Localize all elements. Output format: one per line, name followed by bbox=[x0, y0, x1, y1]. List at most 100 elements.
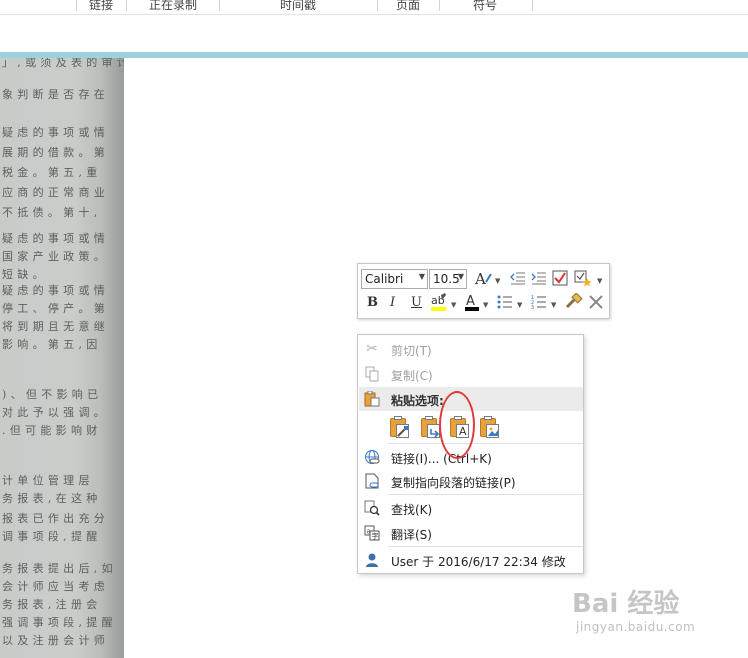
search-icon bbox=[364, 500, 380, 516]
menu-item-label: 查找(K) bbox=[391, 503, 433, 517]
svg-text:A: A bbox=[474, 270, 486, 288]
numbering-icon[interactable]: 123 bbox=[531, 294, 547, 314]
menu-item-modified-info: User 于 2016/6/17 22:34 修改 bbox=[359, 548, 583, 572]
clipboard-clip bbox=[484, 416, 492, 420]
menu-item-link[interactable]: 链接(I)... (Ctrl+K) bbox=[359, 445, 583, 469]
ribbon-separator bbox=[126, 0, 127, 11]
bold-button[interactable]: B bbox=[367, 295, 378, 311]
document-text-line: 国 家 产 业 政 策 。 bbox=[2, 250, 106, 263]
styles-icon[interactable]: A bbox=[474, 270, 494, 293]
ribbon-group-links: 链接 bbox=[89, 0, 114, 12]
new-comment-icon[interactable] bbox=[574, 270, 592, 292]
document-text-line: 展 期 的 借 款 。 第 bbox=[2, 146, 106, 159]
svg-text:字: 字 bbox=[372, 532, 379, 541]
menu-separator bbox=[388, 494, 583, 495]
paste-merge-formatting-button[interactable] bbox=[419, 415, 441, 439]
scissors-icon: ✂ bbox=[366, 341, 378, 357]
menu-item-find[interactable]: 查找(K) bbox=[359, 496, 583, 520]
word-document-window: 链接 正在录制 时间戳 页面 符号 」 , 或 须 及 表 的 审 计 意 象 … bbox=[0, 0, 748, 658]
watermark-url: jingyan.baidu.com bbox=[576, 620, 696, 634]
menu-item-copy[interactable]: 复制(C) bbox=[359, 362, 583, 386]
ribbon-separator bbox=[219, 0, 220, 11]
document-text-line: 疑 虑 的 事 项 或 情 bbox=[2, 126, 106, 139]
document-text-line: 疑 虑 的 事 项 或 情 bbox=[2, 232, 106, 245]
document-text-line: 税 金 。 第 五 , 重 bbox=[2, 166, 98, 179]
menu-item-label: 复制指向段落的链接(P) bbox=[391, 476, 516, 490]
context-menu: ✂ 剪切(T) 复制(C) 粘贴选项: A 链接(I)... (Ctrl+K) … bbox=[357, 334, 584, 574]
highlight-icon[interactable]: ab bbox=[430, 292, 448, 317]
format-painter-icon[interactable] bbox=[565, 292, 583, 316]
clipboard-clip bbox=[394, 416, 402, 420]
menu-separator bbox=[388, 546, 583, 547]
svg-text:A: A bbox=[466, 294, 475, 309]
chevron-down-icon[interactable]: ▼ bbox=[517, 301, 522, 309]
menu-item-label: 链接(I)... (Ctrl+K) bbox=[391, 452, 492, 466]
copy-icon bbox=[364, 366, 380, 382]
user-icon bbox=[364, 552, 380, 568]
svg-text:3: 3 bbox=[531, 305, 534, 309]
document-text-line: 象 判 断 是 否 存 在 bbox=[2, 88, 106, 101]
menu-item-label: 粘贴选项: bbox=[391, 394, 444, 408]
scanned-document-image[interactable]: 」 , 或 须 及 表 的 审 计 意 象 判 断 是 否 存 在 疑 虑 的 … bbox=[0, 58, 124, 658]
baidu-jingyan-watermark: Bai 经验 jingyan.baidu.com bbox=[572, 583, 742, 643]
ribbon-separator bbox=[377, 0, 378, 11]
translate-icon: a字 bbox=[364, 525, 380, 541]
chevron-down-icon[interactable]: ▼ bbox=[495, 277, 500, 285]
annotation-circle bbox=[439, 391, 475, 459]
document-text-line: 对 此 予 以 强 调 。 bbox=[2, 406, 106, 419]
document-text-line: 务 报 表 , 在 这 种 bbox=[2, 492, 98, 505]
ribbon-group-labels: 链接 正在录制 时间戳 页面 符号 bbox=[0, 0, 748, 14]
ribbon-group-recording: 正在录制 bbox=[149, 0, 198, 12]
document-text-line: 报 表 已 作 出 充 分 bbox=[2, 512, 106, 525]
italic-button[interactable]: I bbox=[390, 295, 395, 311]
font-size-combo[interactable]: 10.5 ▼ bbox=[429, 269, 467, 289]
menu-item-translate[interactable]: a字 翻译(S) bbox=[359, 521, 583, 545]
menu-item-label: User 于 2016/6/17 22:34 修改 bbox=[391, 555, 566, 569]
menu-item-copy-paragraph-link[interactable]: 复制指向段落的链接(P) bbox=[359, 469, 583, 493]
document-text-line: 会 计 师 应 当 考 虑 bbox=[2, 580, 106, 593]
picture-icon bbox=[488, 427, 498, 436]
increase-indent-icon[interactable] bbox=[531, 271, 547, 290]
paste-icon bbox=[364, 390, 380, 407]
font-name-value: Calibri bbox=[365, 272, 404, 286]
ribbon-group-pages: 页面 bbox=[396, 0, 421, 12]
bullets-icon[interactable] bbox=[497, 295, 513, 314]
font-color-icon[interactable]: A bbox=[464, 292, 480, 317]
font-size-value: 10.5 bbox=[433, 272, 460, 286]
watermark-logo: Bai 经验 bbox=[572, 589, 680, 619]
document-text-line: 不 抵 债 。 第 十 , bbox=[2, 206, 98, 219]
document-text-line: . 但 可 能 影 响 财 bbox=[2, 424, 98, 437]
document-text-line: 影 响 。 第 五 , 因 bbox=[2, 338, 98, 351]
document-text-line: ) 、 但 不 影 响 已 bbox=[2, 388, 99, 401]
ribbon-separator bbox=[532, 0, 533, 11]
chevron-down-icon[interactable]: ▼ bbox=[483, 301, 488, 309]
document-text-line: 务 报 表 提 出 后 , 如 bbox=[2, 562, 113, 575]
chevron-down-icon[interactable]: ▼ bbox=[551, 301, 556, 309]
document-text-line: 将 到 期 且 无 意 继 bbox=[2, 320, 106, 333]
clipboard-clip bbox=[425, 416, 433, 420]
document-text-line: 务 报 表 , 注 册 会 bbox=[2, 598, 98, 611]
font-name-combo[interactable]: Calibri ▼ bbox=[361, 269, 428, 289]
menu-item-label: 翻译(S) bbox=[391, 528, 432, 542]
underline-button[interactable]: U bbox=[411, 295, 422, 311]
menu-separator bbox=[388, 443, 583, 444]
paste-picture-button[interactable] bbox=[478, 415, 500, 439]
chevron-down-icon[interactable]: ▼ bbox=[458, 272, 464, 281]
document-link-icon bbox=[364, 473, 380, 489]
mini-format-toolbar: Calibri ▼ 10.5 ▼ A ▼ ▼ B I U ab ▼ A ▼ ▼ … bbox=[357, 263, 610, 319]
checkbox-icon[interactable] bbox=[552, 270, 568, 291]
link-icon bbox=[364, 449, 380, 465]
ribbon-divider bbox=[0, 14, 748, 15]
clear-formatting-icon[interactable] bbox=[588, 294, 604, 315]
chevron-down-icon[interactable]: ▼ bbox=[419, 272, 425, 281]
paste-keep-source-formatting-button[interactable] bbox=[388, 415, 410, 439]
menu-item-cut[interactable]: ✂ 剪切(T) bbox=[359, 337, 583, 361]
document-text-line: 疑 虑 的 事 项 或 情 bbox=[2, 284, 106, 297]
decrease-indent-icon[interactable] bbox=[510, 271, 526, 290]
chevron-down-icon[interactable]: ▼ bbox=[451, 301, 456, 309]
document-text-line: 计 单 位 管 理 层 bbox=[2, 474, 90, 487]
chevron-down-icon[interactable]: ▼ bbox=[597, 277, 602, 285]
ribbon-separator bbox=[439, 0, 440, 11]
document-edge-shadow bbox=[100, 58, 124, 658]
ribbon-separator bbox=[76, 0, 77, 11]
